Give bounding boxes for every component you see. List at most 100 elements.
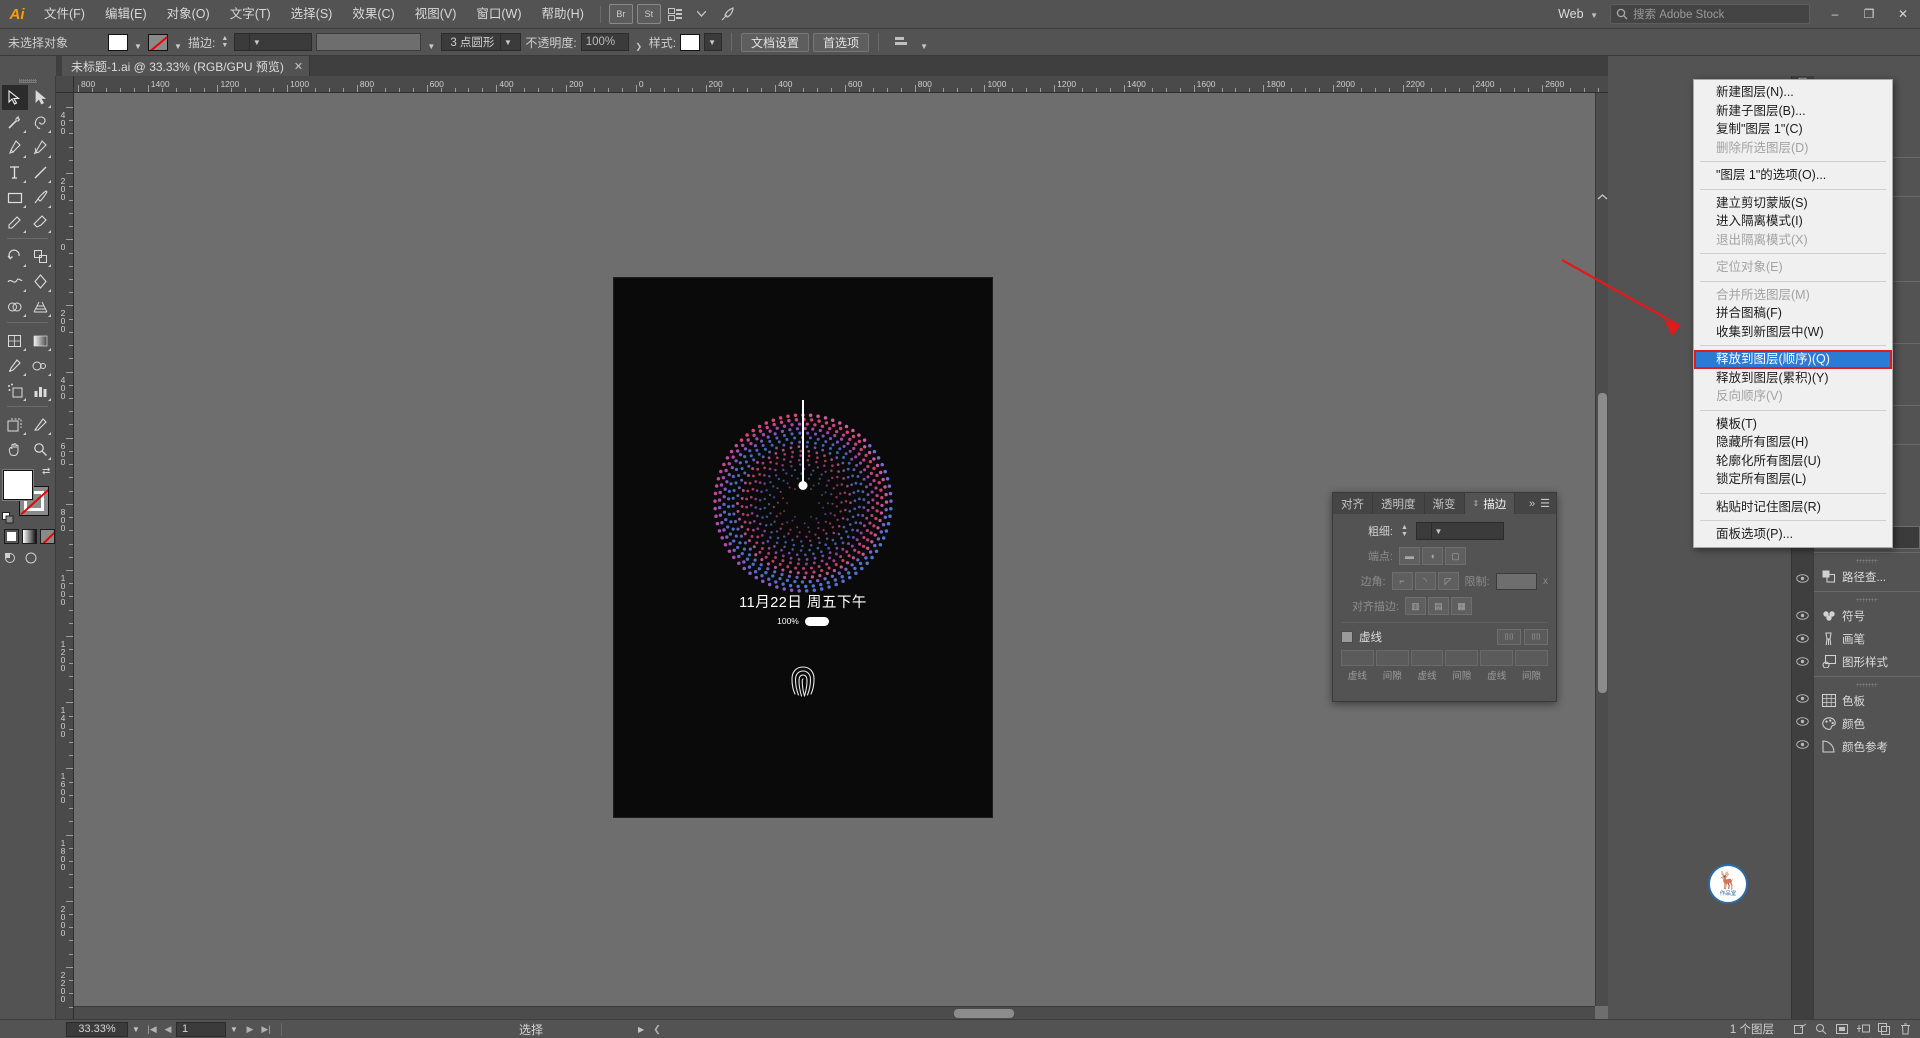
fill-color-indicator[interactable] (3, 470, 33, 500)
type-tool[interactable] (2, 160, 28, 185)
close-icon[interactable]: ✕ (294, 60, 303, 73)
pen-tool[interactable] (2, 135, 28, 160)
zoom-dropdown-icon[interactable]: ▼ (128, 1025, 144, 1034)
eyedropper-tool[interactable] (2, 353, 28, 378)
width-tool[interactable] (2, 269, 28, 294)
bevel-join-icon[interactable]: ◸ (1437, 572, 1459, 590)
none-mode[interactable] (40, 529, 55, 544)
panel-menu-icon[interactable]: ☰ (1540, 497, 1550, 510)
rectangle-tool[interactable] (2, 185, 28, 210)
duplicate-layer-icon[interactable] (1875, 1022, 1893, 1037)
color-swatch-mode[interactable] (4, 529, 19, 544)
magic-wand-tool[interactable] (2, 110, 28, 135)
document-setup-button[interactable]: 文档设置 (741, 32, 810, 52)
menu-file[interactable]: 文件(F) (34, 0, 95, 29)
context-menu-item[interactable]: 隐藏所有图层(H) (1694, 433, 1892, 452)
stroke-weight-input[interactable]: ▼ (1416, 522, 1504, 540)
artboard-number-input[interactable]: 1 (176, 1021, 226, 1037)
new-layer-icon[interactable] (1854, 1022, 1872, 1037)
scrollbar-thumb[interactable] (1598, 393, 1607, 693)
align-options-icon[interactable] (889, 32, 913, 52)
column-graph-tool[interactable] (28, 378, 54, 403)
next-artboard-button[interactable]: ▶ (242, 1024, 258, 1035)
zoom-tool[interactable] (28, 437, 54, 462)
dock-item-pathfinder[interactable]: 路径查... (1814, 565, 1920, 588)
mesh-tool[interactable] (2, 328, 28, 353)
fill-swatch[interactable] (108, 33, 128, 51)
delete-layer-icon[interactable] (1896, 1022, 1914, 1037)
pencil-tool[interactable] (2, 210, 28, 235)
butt-cap-icon[interactable]: ▬ (1399, 547, 1420, 565)
menu-object[interactable]: 对象(O) (157, 0, 220, 29)
context-menu-item[interactable]: 释放到图层(累积)(Y) (1694, 369, 1892, 388)
gradient-tool[interactable] (28, 328, 54, 353)
opacity-input[interactable]: 100% (580, 33, 629, 51)
menu-window[interactable]: 窗口(W) (466, 0, 531, 29)
dash-preserve-icon[interactable]: ⌷⌷ (1497, 629, 1521, 645)
previous-artboard-button[interactable]: ◀ (160, 1024, 176, 1035)
projecting-cap-icon[interactable]: ▢ (1445, 547, 1466, 565)
last-artboard-button[interactable]: ▶| (258, 1024, 274, 1035)
gradient-mode[interactable] (22, 529, 37, 544)
layer-visibility-toggle[interactable] (1792, 627, 1813, 650)
dock-item-symbols[interactable]: 符号 (1814, 604, 1920, 627)
align-stroke-inside-icon[interactable]: ▤ (1428, 597, 1449, 615)
slice-tool[interactable] (28, 412, 54, 437)
blend-tool[interactable] (28, 353, 54, 378)
line-segment-tool[interactable] (28, 160, 54, 185)
direct-selection-tool[interactable] (28, 85, 54, 110)
dash-field[interactable]: 间隙 (1445, 650, 1479, 682)
artboard-tool[interactable] (2, 412, 28, 437)
status-collapse-icon[interactable]: ❮ (649, 1024, 665, 1035)
canvas-horizontal-scrollbar[interactable] (74, 1006, 1595, 1019)
zoom-level-input[interactable]: 33.33% (66, 1021, 128, 1037)
curvature-tool[interactable] (28, 135, 54, 160)
arrange-documents-icon[interactable] (664, 4, 688, 24)
stroke-swatch[interactable] (148, 33, 168, 51)
panel-group-grip[interactable] (1814, 680, 1920, 689)
current-tool-status[interactable]: 选择 (519, 1021, 543, 1038)
menu-help[interactable]: 帮助(H) (532, 0, 594, 29)
document-tab[interactable]: 未标题-1.ai @ 33.33% (RGB/GPU 预览) ✕ (62, 56, 311, 76)
dash-align-corners-icon[interactable]: ⌷⌷ (1524, 629, 1548, 645)
search-input[interactable]: 搜索 Adobe Stock (1610, 4, 1810, 24)
dash-field[interactable]: 虚线 (1410, 650, 1444, 682)
rotate-tool[interactable] (2, 244, 28, 269)
stroke-profile-field[interactable] (316, 33, 422, 51)
paintbrush-tool[interactable] (28, 185, 54, 210)
context-menu-item[interactable]: 收集到新图层中(W) (1694, 323, 1892, 342)
panel-collapse-tab[interactable] (1595, 189, 1608, 241)
stroke-weight-stepper[interactable]: ▲ ▼ (219, 34, 230, 51)
context-menu-item[interactable]: 新建子图层(B)... (1694, 102, 1892, 121)
panel-group-grip[interactable] (1814, 595, 1920, 604)
stroke-panel[interactable]: 对齐 透明度 渐变 ⇕ 描边 » ☰ 粗细: ▲ ▼ ▼ 端点: ▬ ◖ ▢ 边… (1332, 492, 1557, 702)
stroke-profile-dropdown-icon[interactable]: ▼ (425, 34, 437, 51)
align-stroke-center-icon[interactable]: ▥ (1405, 597, 1426, 615)
panel-group-grip[interactable] (1814, 556, 1920, 565)
shape-builder-tool[interactable] (2, 294, 28, 319)
dash-field[interactable]: 虚线 (1341, 650, 1374, 682)
layer-visibility-toggle[interactable] (1792, 650, 1813, 673)
stroke-dropdown-icon[interactable]: ▼ (172, 34, 184, 51)
context-menu-item[interactable]: 粘贴时记住图层(R) (1694, 498, 1892, 517)
minimize-button[interactable]: – (1818, 0, 1852, 29)
close-button[interactable]: ✕ (1886, 0, 1920, 29)
context-menu-item[interactable]: 轮廓化所有图层(U) (1694, 452, 1892, 471)
hand-tool[interactable] (2, 437, 28, 462)
make-clipping-mask-icon[interactable] (1791, 1022, 1809, 1037)
artboard[interactable]: 11月22日 周五下午 100% (614, 278, 992, 817)
limit-input[interactable] (1495, 572, 1537, 590)
dash-field[interactable]: 间隙 (1515, 650, 1548, 682)
miter-join-icon[interactable]: ⌐ (1391, 572, 1413, 590)
context-menu-item[interactable]: 新建图层(N)... (1694, 83, 1892, 102)
menu-type[interactable]: 文字(T) (220, 0, 281, 29)
collapse-panel-icon[interactable]: » (1529, 498, 1535, 510)
vertical-ruler[interactable]: 4002000200400600800100012001400160018002… (56, 93, 74, 1019)
locate-object-icon[interactable] (1812, 1022, 1830, 1037)
chevron-down-icon[interactable] (690, 4, 714, 24)
menu-edit[interactable]: 编辑(E) (95, 0, 157, 29)
context-menu-item[interactable]: 拼合图稿(F) (1694, 304, 1892, 323)
dock-item-swatches[interactable]: 色板 (1814, 689, 1920, 712)
menu-view[interactable]: 视图(V) (405, 0, 467, 29)
stroke-weight-combo[interactable]: ▼ (234, 33, 313, 51)
